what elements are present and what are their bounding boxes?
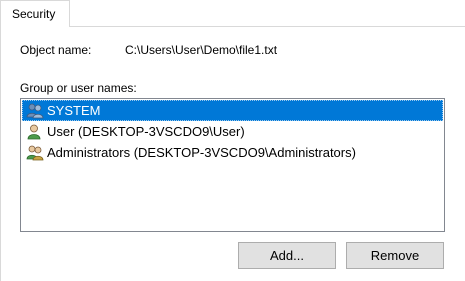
- list-item-label: Administrators (DESKTOP-3VSCDO9\Administ…: [47, 145, 356, 160]
- object-name-value: C:\Users\User\Demo\file1.txt: [125, 43, 278, 57]
- group-user-names-label: Group or user names:: [20, 81, 137, 95]
- list-item-system[interactable]: SYSTEM: [22, 100, 443, 121]
- remove-button[interactable]: Remove: [346, 242, 444, 269]
- tab-security-label: Security: [12, 7, 56, 21]
- user-icon: [27, 124, 41, 139]
- group-users-icon: [26, 103, 44, 118]
- object-name-label: Object name:: [20, 43, 92, 57]
- list-item-user[interactable]: User (DESKTOP-3VSCDO9\User): [22, 121, 443, 142]
- group-users-icon: [26, 145, 44, 160]
- list-item-administrators[interactable]: Administrators (DESKTOP-3VSCDO9\Administ…: [22, 142, 443, 163]
- group-user-listbox[interactable]: SYSTEM User (DESKTOP-3VSCDO9\User) Admin…: [20, 98, 445, 232]
- list-item-label: User (DESKTOP-3VSCDO9\User): [47, 124, 245, 139]
- list-item-label: SYSTEM: [47, 103, 101, 118]
- add-button[interactable]: Add...: [238, 242, 336, 269]
- tab-security[interactable]: Security: [0, 0, 70, 27]
